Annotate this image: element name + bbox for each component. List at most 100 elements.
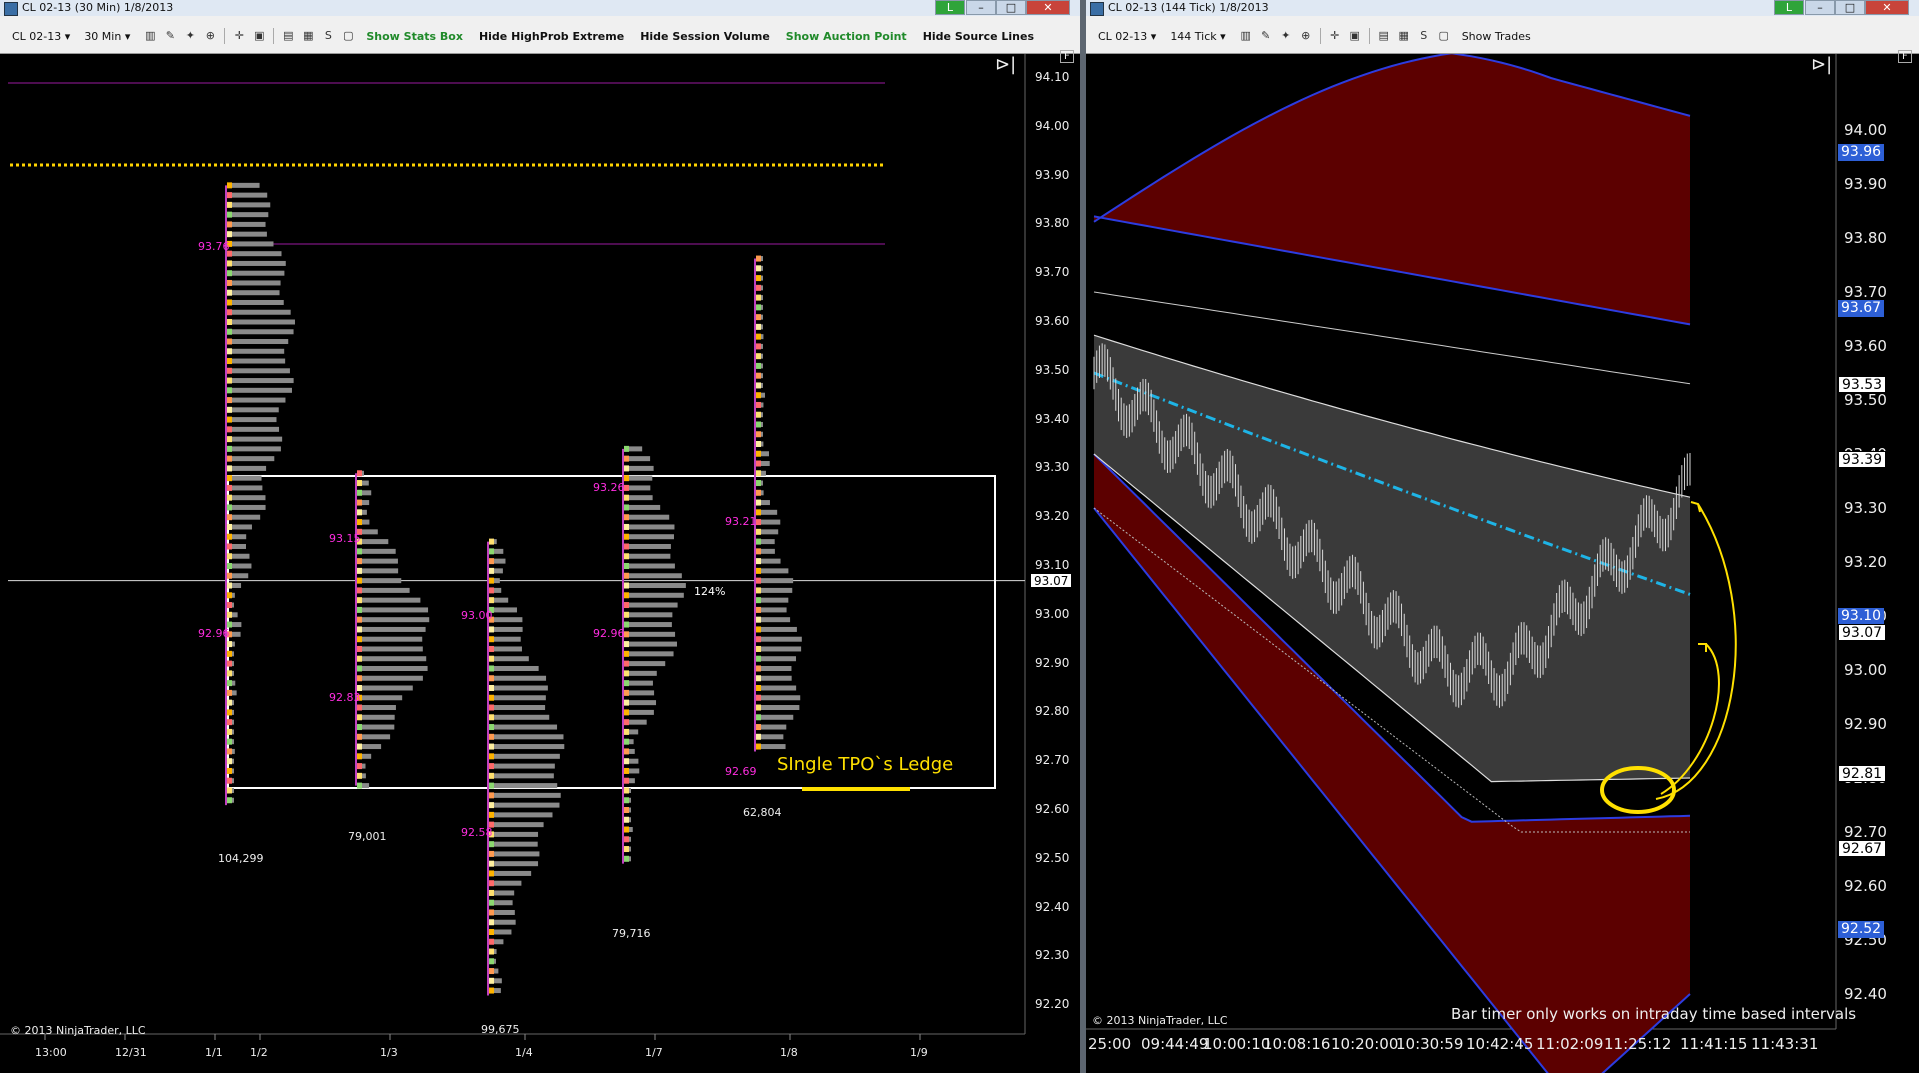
right-instrument-select[interactable]: CL 02-13 ▾ bbox=[1094, 30, 1160, 43]
indicator-icon[interactable]: ✦ bbox=[1279, 29, 1293, 43]
chart-trader-icon[interactable]: ▦ bbox=[1397, 29, 1411, 43]
left-instrument-label: CL 02-13 bbox=[12, 29, 62, 43]
left-close-button[interactable]: ✕ bbox=[1026, 0, 1070, 15]
tpo-letter-mark bbox=[357, 714, 362, 721]
strategy-icon[interactable]: S bbox=[321, 29, 335, 43]
tpo-letter-mark bbox=[227, 260, 232, 267]
session-volume-label: 62,804 bbox=[743, 806, 782, 819]
volume-bar bbox=[228, 446, 281, 452]
volume-bar bbox=[757, 568, 789, 574]
tpo-letter-mark bbox=[489, 938, 494, 945]
tpo-letter-mark bbox=[756, 587, 761, 594]
volume-bar bbox=[228, 202, 271, 208]
tpo-letter-mark bbox=[227, 533, 232, 540]
hide-source-lines-button[interactable]: Hide Source Lines bbox=[923, 30, 1034, 43]
pencil-icon[interactable]: ✎ bbox=[163, 29, 177, 43]
hide-highprob-extreme-button[interactable]: Hide HighProb Extreme bbox=[479, 30, 624, 43]
show-stats-box-button[interactable]: Show Stats Box bbox=[366, 30, 463, 43]
left-maximize-button[interactable]: □ bbox=[996, 0, 1026, 15]
tpo-letter-mark bbox=[227, 367, 232, 374]
bar-type-icon[interactable]: ▥ bbox=[1239, 29, 1253, 43]
right-interval-select[interactable]: 144 Tick ▾ bbox=[1166, 30, 1229, 43]
chart-trader-icon[interactable]: ▦ bbox=[301, 29, 315, 43]
volume-bar bbox=[228, 231, 267, 237]
tpo-letter-mark bbox=[489, 987, 494, 994]
tpo-letter-mark bbox=[756, 724, 761, 731]
left-interval-select[interactable]: 30 Min ▾ bbox=[80, 30, 134, 43]
tpo-letter-mark bbox=[357, 480, 362, 487]
volume-bar bbox=[490, 880, 522, 886]
tpo-letter-mark bbox=[624, 445, 629, 452]
template-icon[interactable]: ▢ bbox=[1437, 29, 1451, 43]
tpo-letter-mark bbox=[227, 514, 232, 521]
tpo-letter-mark bbox=[489, 645, 494, 652]
strategy-icon[interactable]: S bbox=[1417, 29, 1431, 43]
tpo-letter-mark bbox=[489, 704, 494, 711]
tpo-letter-mark bbox=[756, 626, 761, 633]
right-interval-label: 144 Tick bbox=[1170, 29, 1217, 43]
tpo-letter-mark bbox=[489, 802, 494, 809]
tpo-letter-mark bbox=[227, 611, 232, 618]
bar-type-icon[interactable]: ▥ bbox=[143, 29, 157, 43]
zoom-icon[interactable]: ⊕ bbox=[1299, 29, 1313, 43]
tpo-letter-mark bbox=[227, 699, 232, 706]
show-auction-point-button[interactable]: Show Auction Point bbox=[786, 30, 907, 43]
tpo-letter-mark bbox=[756, 343, 761, 350]
left-instrument-select[interactable]: CL 02-13 ▾ bbox=[8, 30, 74, 43]
price-marker-tag: 93.07 bbox=[1838, 624, 1887, 642]
tpo-letter-mark bbox=[227, 221, 232, 228]
crosshair-icon[interactable]: ✛ bbox=[232, 29, 246, 43]
price-marker-tag: 93.67 bbox=[1838, 300, 1885, 318]
volume-bar bbox=[228, 378, 294, 384]
right-minimize-button[interactable]: – bbox=[1805, 0, 1835, 15]
left-link-icon[interactable]: L bbox=[935, 0, 965, 15]
tpo-letter-mark bbox=[624, 602, 629, 609]
volume-bar bbox=[625, 680, 653, 686]
hide-session-volume-button[interactable]: Hide Session Volume bbox=[640, 30, 770, 43]
right-link-icon[interactable]: L bbox=[1774, 0, 1804, 15]
tpo-letter-mark bbox=[357, 665, 362, 672]
tpo-letter-mark bbox=[227, 406, 232, 413]
crosshair-icon[interactable]: ✛ bbox=[1328, 29, 1342, 43]
price-axis-label: 93.00 bbox=[1844, 661, 1887, 679]
right-chart-panel[interactable]: 94.0093.9093.8093.7093.6093.5093.4093.30… bbox=[1086, 50, 1919, 1073]
volume-bar bbox=[228, 456, 275, 462]
pencil-icon[interactable]: ✎ bbox=[1259, 29, 1273, 43]
volume-bar bbox=[228, 348, 285, 354]
tpo-letter-mark bbox=[357, 558, 362, 565]
tpo-letter-mark bbox=[357, 548, 362, 555]
tpo-letter-mark bbox=[227, 192, 232, 199]
tpo-letter-mark bbox=[489, 665, 494, 672]
right-maximize-button[interactable]: □ bbox=[1835, 0, 1865, 15]
tpo-letter-mark bbox=[624, 611, 629, 618]
tpo-letter-mark bbox=[357, 704, 362, 711]
tpo-letter-mark bbox=[227, 767, 232, 774]
tpo-letter-mark bbox=[357, 626, 362, 633]
left-chart-panel[interactable]: 94.10 94.00 93.90 93.80 93.70 93.60 93.50 93.40… bbox=[0, 50, 1080, 1073]
tpo-letter-mark bbox=[489, 919, 494, 926]
data-box-icon[interactable]: ▤ bbox=[1377, 29, 1391, 43]
right-close-button[interactable]: ✕ bbox=[1865, 0, 1909, 15]
properties-icon[interactable]: ▣ bbox=[252, 29, 266, 43]
tpo-letter-mark bbox=[357, 606, 362, 613]
tpo-letter-mark bbox=[756, 372, 761, 379]
tpo-letter-mark bbox=[357, 587, 362, 594]
volume-bar bbox=[625, 504, 661, 510]
volume-bar bbox=[490, 665, 539, 671]
show-trades-button[interactable]: Show Trades bbox=[1462, 30, 1531, 43]
volume-bar bbox=[625, 573, 682, 579]
properties-icon[interactable]: ▣ bbox=[1348, 29, 1362, 43]
template-icon[interactable]: ▢ bbox=[341, 29, 355, 43]
tpo-letter-mark bbox=[489, 968, 494, 975]
indicator-icon[interactable]: ✦ bbox=[183, 29, 197, 43]
zoom-icon[interactable]: ⊕ bbox=[203, 29, 217, 43]
data-box-icon[interactable]: ▤ bbox=[281, 29, 295, 43]
tpo-letter-mark bbox=[489, 538, 494, 545]
tpo-letter-mark bbox=[756, 743, 761, 750]
tpo-letter-mark bbox=[624, 709, 629, 716]
volume-bar bbox=[228, 241, 274, 247]
left-minimize-button[interactable]: – bbox=[966, 0, 996, 15]
volume-bar bbox=[490, 734, 564, 740]
tpo-letter-mark bbox=[624, 543, 629, 550]
tpo-letter-mark bbox=[756, 480, 761, 487]
